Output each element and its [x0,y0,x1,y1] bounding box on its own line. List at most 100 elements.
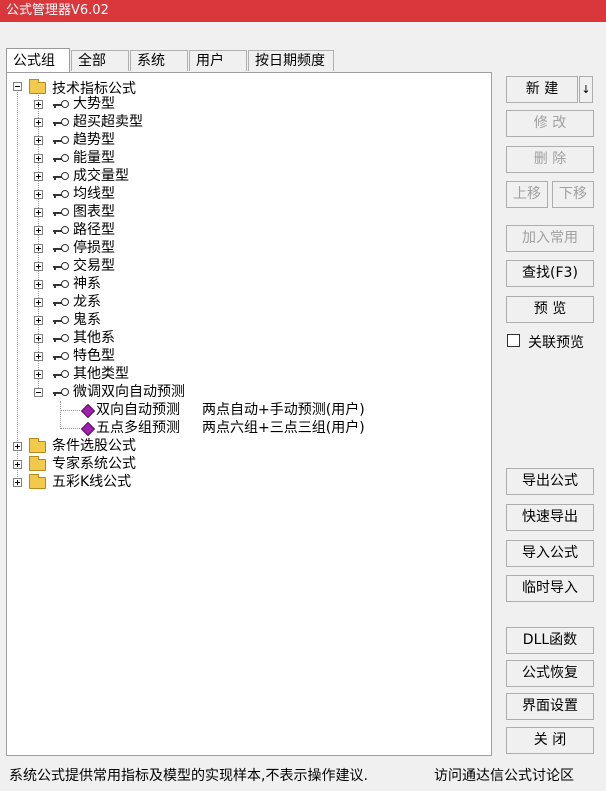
tree-item-category[interactable]: 能量型 [7,149,487,167]
formula-item[interactable]: 双向自动预测 两点自动+手动预测(用户) [7,401,487,419]
tab-formula-group[interactable]: 公式组 [6,48,70,72]
quick-export-button[interactable]: 快速导出 [506,504,594,531]
restore-formula-button[interactable]: 公式恢复 [506,660,594,687]
tree-item-label: 其他类型 [73,366,129,382]
tree-item-category[interactable]: 龙系 [7,293,487,311]
expand-icon[interactable] [34,154,43,163]
ui-settings-button[interactable]: 界面设置 [506,693,594,720]
tree-item-category[interactable]: 交易型 [7,257,487,275]
preview-button[interactable]: 预 览 [506,296,594,323]
tree-item-category[interactable]: 超买超卖型 [7,113,487,131]
move-down-button[interactable]: 下移 [552,181,594,208]
tab-system[interactable]: 系统 [130,50,188,71]
tree-item-category[interactable]: 其他系 [7,329,487,347]
folder-icon [29,474,46,489]
expand-icon[interactable] [34,226,43,235]
move-up-button[interactable]: 上移 [506,181,548,208]
tree-item-category[interactable]: 其他类型 [7,365,487,383]
tree-item-category[interactable]: 特色型 [7,347,487,365]
temp-import-button[interactable]: 临时导入 [506,575,594,602]
expand-icon[interactable] [34,136,43,145]
expand-icon[interactable] [34,100,43,109]
link-preview-checkbox[interactable] [507,334,520,347]
tree-guide-line [60,410,80,411]
title-bar: 公式管理器V6.02 [0,0,606,22]
tree-item-label: 路径型 [73,222,115,238]
tree-item-category[interactable]: 停损型 [7,239,487,257]
tree-item-label: 交易型 [73,258,115,274]
expand-icon[interactable] [34,298,43,307]
modify-button[interactable]: 修 改 [506,110,594,137]
forum-link[interactable]: 访问通达信公式讨论区 [434,765,574,785]
expand-icon[interactable] [34,244,43,253]
key-icon [53,189,69,199]
tree-item-label: 超买超卖型 [73,114,143,130]
delete-button[interactable]: 删 除 [506,146,594,173]
collapse-icon[interactable] [34,388,43,397]
key-icon [53,369,69,379]
folder-icon [29,438,46,453]
tree-item-label: 趋势型 [73,132,115,148]
tab-by-date-frequency[interactable]: 按日期频度 [248,50,334,71]
tree-item-category[interactable]: 成交量型 [7,167,487,185]
expand-icon[interactable] [34,190,43,199]
key-icon [53,153,69,163]
new-dropdown-arrow-icon[interactable]: ↓ [579,76,593,103]
tree-item-category[interactable]: 鬼系 [7,311,487,329]
tree-item-category[interactable]: 大势型 [7,95,487,113]
formula-tree[interactable]: 技术指标公式 大势型 超买超卖型 趋势型 能量型 成交量型 均线型 图表型 路径… [6,72,492,756]
tree-root-colored-kline[interactable]: 五彩K线公式 [7,473,487,491]
close-button[interactable]: 关 闭 [506,727,594,754]
expand-icon[interactable] [34,172,43,181]
expand-icon[interactable] [34,334,43,343]
expand-icon[interactable] [34,118,43,127]
formula-icon [80,403,96,419]
window-title: 公式管理器V6.02 [6,3,109,18]
formula-desc: 两点自动+手动预测(用户) [202,402,365,418]
tree-item-category[interactable]: 趋势型 [7,131,487,149]
tree-item-label: 专家系统公式 [52,456,136,472]
add-common-button[interactable]: 加入常用 [506,225,594,252]
expand-icon[interactable] [34,280,43,289]
expand-icon[interactable] [34,316,43,325]
expand-icon[interactable] [13,442,22,451]
tree-item-category[interactable]: 神系 [7,275,487,293]
tree-item-category[interactable]: 图表型 [7,203,487,221]
key-icon [53,225,69,235]
expand-icon[interactable] [34,352,43,361]
expand-icon[interactable] [34,262,43,271]
key-icon [53,117,69,127]
folder-icon [29,79,46,94]
expand-icon[interactable] [34,370,43,379]
tree-item-label: 条件选股公式 [52,438,136,454]
export-formula-button[interactable]: 导出公式 [506,468,594,495]
status-disclaimer: 系统公式提供常用指标及模型的实现样本,不表示操作建议. [9,768,368,784]
tab-user[interactable]: 用户 [189,50,247,71]
key-icon [53,297,69,307]
expand-icon[interactable] [34,208,43,217]
import-formula-button[interactable]: 导入公式 [506,540,594,567]
tab-all[interactable]: 全部 [71,50,129,71]
find-button[interactable]: 查找(F3) [506,260,594,287]
expand-icon[interactable] [13,478,22,487]
formula-item[interactable]: 五点多组预测 两点六组+三点三组(用户) [7,419,487,437]
tree-root-stock-selection[interactable]: 条件选股公式 [7,437,487,455]
tree-item-label: 大势型 [73,96,115,112]
tree-item-label: 五彩K线公式 [52,474,132,490]
tree-item-label: 均线型 [73,186,115,202]
expand-icon[interactable] [13,460,22,469]
tree-item-category[interactable]: 路径型 [7,221,487,239]
key-icon [53,279,69,289]
dll-functions-button[interactable]: DLL函数 [506,627,594,654]
key-icon [53,261,69,271]
tree-item-expanded-category[interactable]: 微调双向自动预测 [7,383,487,401]
tree-item-label: 微调双向自动预测 [73,384,185,400]
tree-root-expert-system[interactable]: 专家系统公式 [7,455,487,473]
status-bar: 系统公式提供常用指标及模型的实现样本,不表示操作建议. 访问通达信公式讨论区 [0,756,606,791]
tree-item-label: 鬼系 [73,312,101,328]
formula-name: 五点多组预测 [96,420,180,436]
new-button[interactable]: 新 建 [506,76,578,103]
collapse-icon[interactable] [13,82,22,91]
tree-item-category[interactable]: 均线型 [7,185,487,203]
formula-icon [80,421,96,437]
